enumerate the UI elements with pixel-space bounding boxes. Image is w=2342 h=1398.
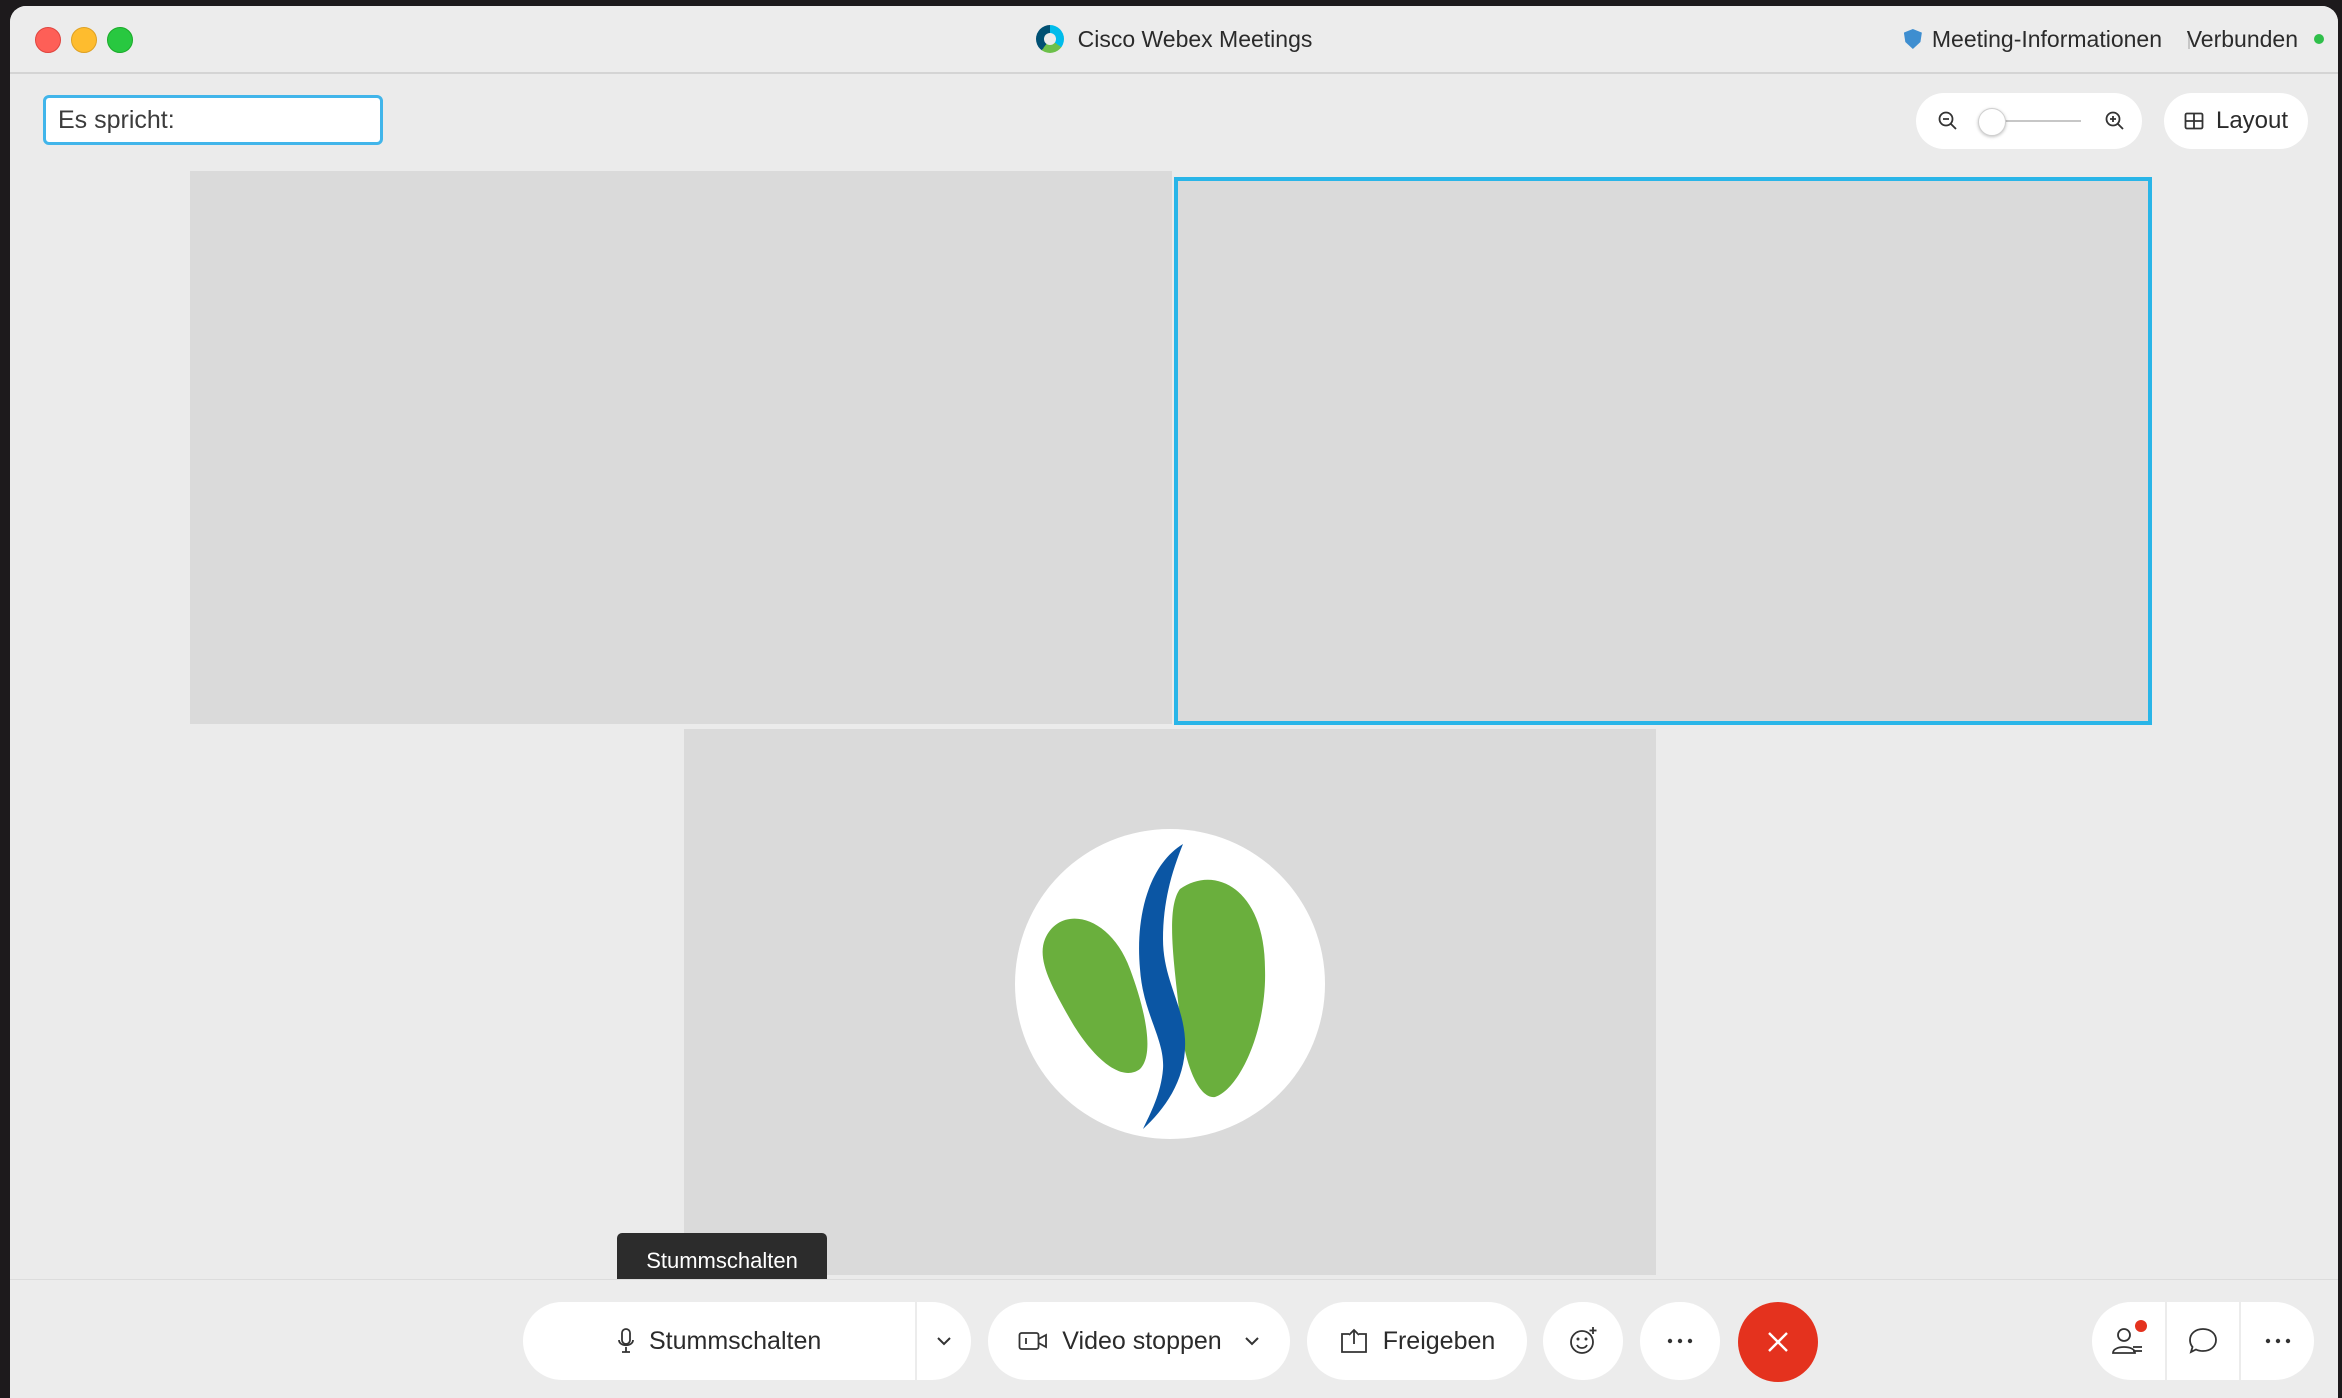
video-camera-icon [1018, 1332, 1048, 1350]
zoom-out-icon[interactable] [1936, 109, 1960, 133]
grid-layout-icon [2184, 112, 2204, 130]
side-panel-controls [2092, 1302, 2314, 1380]
participants-button[interactable] [2092, 1302, 2165, 1380]
participant-tile-3[interactable] [684, 729, 1656, 1275]
meeting-control-bar: Stummschalten Video stoppen Freigeben [10, 1279, 2338, 1398]
shield-icon [1903, 29, 1922, 49]
share-upload-icon [1340, 1328, 1367, 1353]
participant-tile-2-active[interactable] [1174, 177, 2152, 725]
zoom-slider-thumb[interactable] [1978, 108, 2006, 136]
participant-avatar-logo [1015, 829, 1325, 1139]
layout-label: Layout [2215, 107, 2289, 134]
webex-window: Cisco Webex Meetings Meeting-Information… [10, 6, 2338, 1398]
mute-label: Stummschalten [648, 1326, 822, 1355]
connection-status-label: Verbunden [2186, 25, 2298, 52]
stop-video-button[interactable]: Video stoppen [988, 1302, 1290, 1380]
notification-dot [2135, 1320, 2147, 1332]
mute-tooltip-text: Stummschalten [646, 1248, 798, 1273]
app-title-text: Cisco Webex Meetings [1077, 25, 1313, 52]
organization-logo-icon [1042, 844, 1266, 1129]
participant-tile-1[interactable] [190, 171, 1172, 724]
layout-button[interactable]: Layout [2164, 93, 2308, 149]
mute-control-group: Stummschalten [523, 1302, 971, 1380]
stop-video-label: Video stoppen [1062, 1326, 1222, 1355]
zoom-in-icon[interactable] [2103, 109, 2127, 133]
smiley-add-icon [1570, 1327, 1597, 1354]
meeting-info-label: Meeting-Informationen [1931, 25, 2162, 52]
side-more-button[interactable] [2239, 1302, 2314, 1380]
chat-button[interactable] [2164, 1302, 2240, 1380]
share-label: Freigeben [1382, 1326, 1496, 1355]
active-speaker-field: Es spricht: [43, 95, 383, 145]
audio-options-dropdown[interactable] [917, 1302, 971, 1380]
webex-logo-icon [1035, 25, 1064, 53]
title-bar: Cisco Webex Meetings Meeting-Information… [10, 6, 2338, 74]
mute-button[interactable]: Stummschalten [523, 1302, 918, 1380]
connected-indicator-icon [2314, 34, 2324, 44]
more-horizontal-icon [1667, 1338, 1693, 1344]
more-options-button[interactable] [1640, 1302, 1720, 1380]
chevron-down-icon [937, 1337, 951, 1346]
connection-status: Verbunden [2187, 6, 2324, 72]
close-icon [1768, 1332, 1788, 1352]
chevron-down-icon[interactable] [1244, 1336, 1260, 1346]
active-speaker-label: Es spricht: [58, 105, 175, 134]
more-horizontal-icon [2265, 1338, 2290, 1344]
microphone-icon [618, 1328, 634, 1353]
leave-meeting-button[interactable] [1738, 1302, 1818, 1382]
meeting-info-link[interactable]: Meeting-Informationen [1903, 6, 2162, 72]
reactions-button[interactable] [1543, 1302, 1623, 1380]
chat-bubble-icon [2189, 1328, 2217, 1354]
share-button[interactable]: Freigeben [1307, 1302, 1527, 1380]
zoom-control [1916, 93, 2142, 149]
